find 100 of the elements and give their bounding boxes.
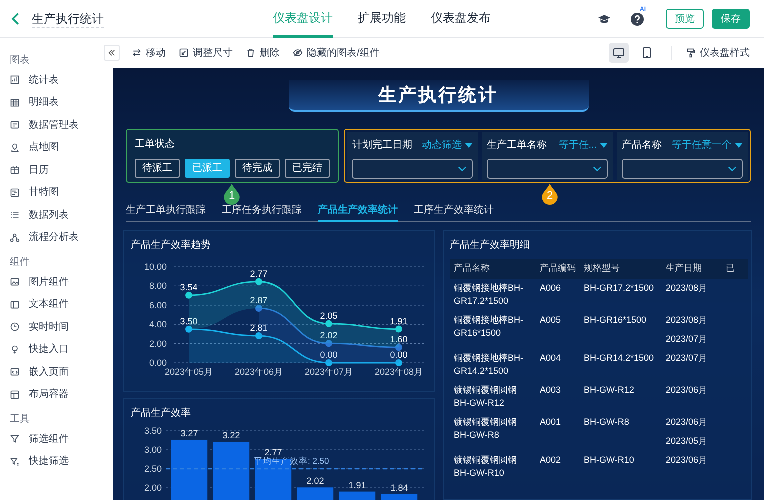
data-point xyxy=(326,340,332,348)
sidebar-item[interactable]: 嵌入页面 xyxy=(10,361,104,384)
data-label: 2.87 xyxy=(250,295,268,306)
status-option[interactable]: 待完成 xyxy=(235,159,280,178)
style-button[interactable]: 仪表盘样式 xyxy=(686,46,750,60)
table-cell-text: BH-GR14.2*1500 xyxy=(583,352,656,365)
data-label: 1.60 xyxy=(390,334,408,345)
toolbar-button[interactable]: 隐藏的图表/组件 xyxy=(293,46,380,60)
table-cell-text: 铜覆钢接地棒BH-GR16*1500 xyxy=(453,314,524,340)
form-icon xyxy=(10,120,20,130)
step-marker: 1 xyxy=(224,184,240,205)
sidebar-item[interactable]: 快捷入口 xyxy=(10,338,104,361)
section-title: 组件 xyxy=(10,256,31,270)
toolbar-button[interactable]: 移动 xyxy=(132,46,166,60)
table-cell-text: 2023/05月 xyxy=(665,435,709,448)
axis-label: 10.00 xyxy=(144,262,167,272)
data-point xyxy=(396,344,402,352)
sidebar-item[interactable]: 数据列表 xyxy=(10,204,104,226)
axis-label: 3.50 xyxy=(144,426,162,436)
table-cell-text: A005 xyxy=(539,314,562,327)
data-point xyxy=(396,326,402,333)
data-label: 2.05 xyxy=(320,310,338,321)
column-header: 产品名称 xyxy=(450,259,536,279)
dashboard-title: 生产执行统计 xyxy=(378,84,498,106)
chevron-icon xyxy=(458,166,468,172)
pin-icon xyxy=(10,142,20,153)
axis-label: 2023年05月 xyxy=(164,367,214,377)
graduation-cap-icon[interactable] xyxy=(598,12,611,26)
status-option[interactable]: 已完结 xyxy=(285,159,330,178)
panel-title: 产品生产效率 xyxy=(130,407,192,421)
caret-icon xyxy=(465,142,474,148)
data-label: 3.22 xyxy=(222,430,240,441)
data-label: 1.91 xyxy=(390,316,408,326)
table-cell: BH-GR17.2*1500 xyxy=(580,279,662,311)
field-label: 计划完工日期 xyxy=(352,138,412,153)
mode-dropdown[interactable]: 等于任... xyxy=(558,138,608,153)
column-header: 生产日期 xyxy=(662,259,722,279)
select-field[interactable] xyxy=(352,159,474,179)
data-label: 3.27 xyxy=(180,428,198,439)
toolbar-button[interactable]: 删除 xyxy=(246,46,280,60)
table-cell-text: 2023/07月 xyxy=(665,333,709,346)
help-icon[interactable] xyxy=(631,12,644,26)
data-label: 1.84 xyxy=(390,483,408,494)
text-icon xyxy=(10,300,20,310)
toolbar-button[interactable]: 调整尺寸 xyxy=(179,46,233,60)
step-marker: 2 xyxy=(542,184,558,205)
table-cell-text: 2023/06月 xyxy=(665,384,709,397)
sidebar-item[interactable]: 统计表 xyxy=(10,69,104,92)
sidebar-item[interactable]: 快捷筛选 xyxy=(10,450,104,473)
sidebar-item[interactable]: 明细表 xyxy=(10,92,104,114)
data-point xyxy=(396,360,402,366)
sidebar-item[interactable]: 日历 xyxy=(10,159,104,182)
axis-label: 6.00 xyxy=(149,300,167,310)
arrows-icon xyxy=(132,48,142,58)
section-title: 图表 xyxy=(10,54,31,68)
report-tab[interactable]: 工序生产效率统计 xyxy=(414,200,494,222)
nav-tab[interactable]: 仪表盘发布 xyxy=(431,0,491,38)
report-tab[interactable]: 产品生产效率统计 xyxy=(318,200,398,222)
sidebar-item[interactable]: 流程分析表 xyxy=(10,226,104,249)
table-cell-text: 铜覆钢接地棒BH-GR14.2*1500 xyxy=(453,352,524,378)
status-option[interactable]: 待派工 xyxy=(135,159,180,178)
data-label: 2.81 xyxy=(250,323,268,334)
table-cell: 铜覆钢接地棒BH-GR17.2*1500 xyxy=(450,279,536,311)
chevron-icon xyxy=(593,166,602,172)
view-toggle[interactable] xyxy=(609,43,629,63)
table-cell-text: 镀锡铜覆钢圆钢BH-GW-R10 xyxy=(453,454,518,480)
table-cell-text: BH-GW-R10 xyxy=(583,454,636,467)
sidebar-item[interactable]: 实时时间 xyxy=(10,316,104,338)
axis-label: 2.00 xyxy=(149,338,167,349)
sidebar-item[interactable]: 甘特图 xyxy=(10,182,104,204)
sidebar-item[interactable]: 布局容器 xyxy=(10,384,104,406)
select-field[interactable] xyxy=(622,159,743,179)
sidebar-item[interactable]: 点地图 xyxy=(10,136,104,159)
nav-tab[interactable]: 扩展功能 xyxy=(358,0,406,38)
report-tab[interactable]: 生产工单执行跟踪 xyxy=(126,200,206,222)
sidebar-item[interactable]: 图片组件 xyxy=(10,271,104,294)
axis-label: 4.00 xyxy=(149,320,167,330)
gantt-icon xyxy=(10,188,20,198)
column-header: 已 xyxy=(722,259,748,279)
sidebar-item[interactable]: 数据管理表 xyxy=(10,114,104,136)
table-cell-text: 2023/06月 xyxy=(665,416,709,429)
data-label: 2.77 xyxy=(264,448,282,458)
mode-dropdown[interactable]: 动态筛选 xyxy=(422,138,474,153)
table-cell-text: BH-GR16*1500 xyxy=(583,314,648,327)
section-title: 工具 xyxy=(10,413,31,427)
sidebar-item[interactable]: 文本组件 xyxy=(10,294,104,316)
select-field[interactable] xyxy=(487,159,608,179)
collapse-icon[interactable] xyxy=(104,45,120,61)
table-cell-text: 2023/06月 xyxy=(665,454,709,467)
panel-title: 产品生产效率明细 xyxy=(449,239,531,253)
table-cell-text: A001 xyxy=(539,416,562,429)
data-label: 3.54 xyxy=(180,282,198,292)
mode-dropdown[interactable]: 等于任意一个 xyxy=(672,138,743,153)
table-cell-text: A002 xyxy=(539,454,562,467)
eye-icon xyxy=(293,48,303,58)
data-point xyxy=(326,360,332,366)
table-cell-text: BH-GW-R12 xyxy=(583,384,636,397)
sidebar-item[interactable]: 筛选组件 xyxy=(10,428,104,450)
table-cell-text: A003 xyxy=(539,384,562,397)
table-cell: 2023/08月 xyxy=(662,279,722,311)
